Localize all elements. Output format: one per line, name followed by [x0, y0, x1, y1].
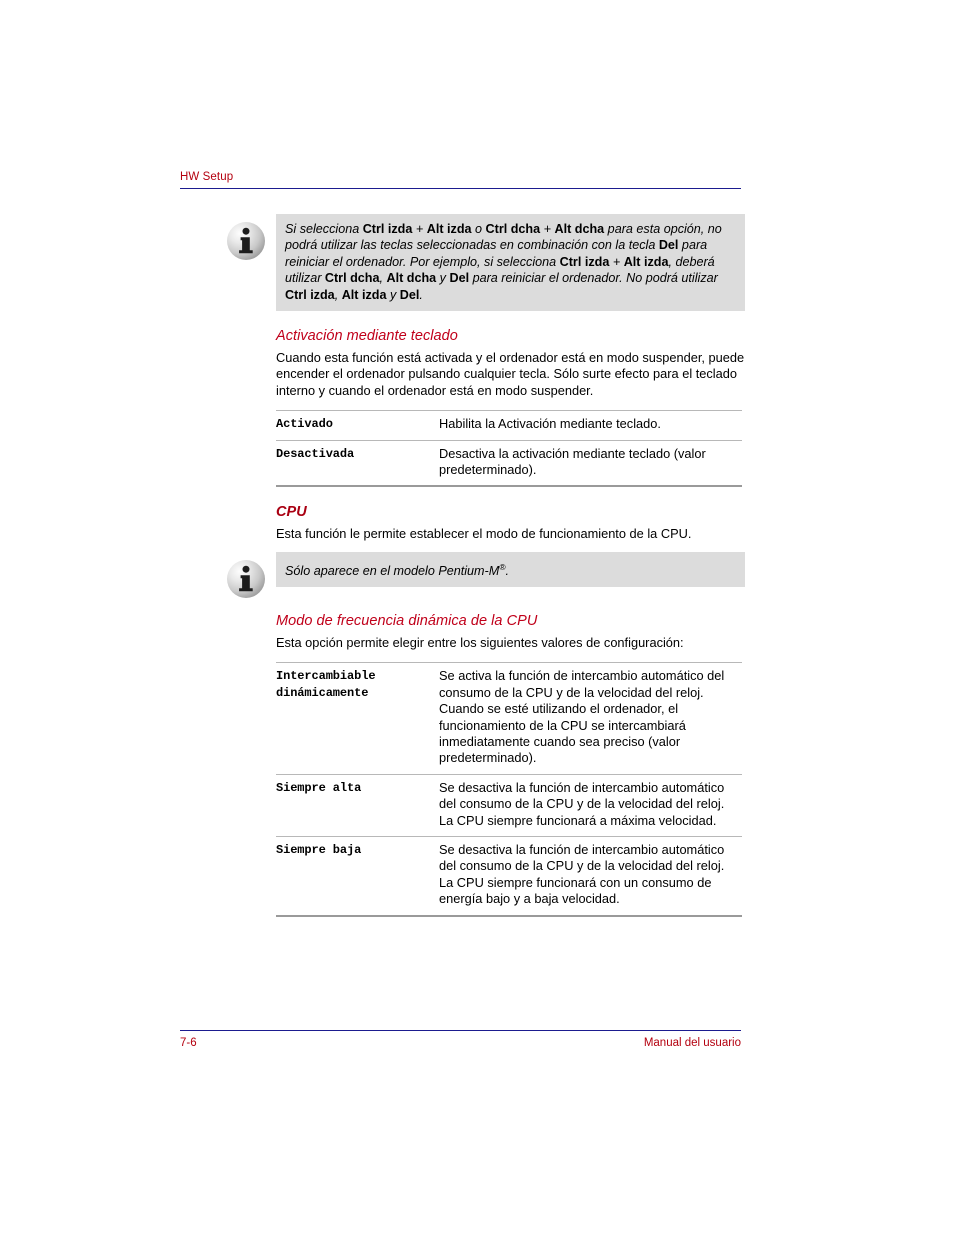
option-description: Habilita la Activación mediante teclado. [439, 410, 742, 441]
heading-modo-frecuencia-dinamica-cpu: Modo de frecuencia dinámica de la CPU [276, 612, 538, 629]
page-footer: 7-6 Manual del usuario [180, 1030, 741, 1049]
document-page: HW Setup Si selecciona Ctrl izda + Alt i… [0, 0, 954, 1235]
option-term: Siempre alta [276, 773, 439, 837]
table-row: Activado Habilita la Activación mediante… [276, 410, 742, 441]
paragraph-modo-frecuencia-dinamica-cpu: Esta opción permite elegir entre los sig… [276, 634, 684, 650]
header-divider [180, 188, 741, 189]
note-text: Sólo aparece en el modelo Pentium-M®. [276, 551, 745, 588]
running-header: HW Setup [180, 170, 741, 189]
page-content: Si selecciona Ctrl izda + Alt izda o Ctr… [180, 205, 745, 917]
note-text: Si selecciona Ctrl izda + Alt izda o Ctr… [276, 214, 745, 312]
paragraph-activacion-mediante-teclado: Cuando esta función está activada y el o… [276, 350, 745, 398]
info-icon-glyph [239, 227, 253, 254]
option-term: Intercambiable dinámicamente [276, 662, 439, 775]
option-term: Siempre baja [276, 835, 439, 917]
option-term: Desactivada [276, 439, 439, 488]
table-row: Intercambiable dinámicamente Se activa l… [276, 662, 742, 775]
table-row: Siempre baja Se desactiva la función de … [276, 835, 742, 917]
option-term: Activado [276, 410, 439, 441]
footer-manual-label: Manual del usuario [643, 1037, 741, 1049]
info-icon [227, 559, 265, 598]
note-keyboard-shortcut: Si selecciona Ctrl izda + Alt izda o Ctr… [180, 214, 745, 312]
table-row: Desactivada Desactiva la activación medi… [276, 439, 742, 488]
option-description: Se desactiva la función de intercambio a… [439, 773, 742, 837]
paragraph-cpu: Esta función le permite establecer el mo… [276, 526, 692, 542]
option-description: Desactiva la activación mediante teclado… [439, 439, 742, 488]
page-title: HW Setup [180, 171, 234, 183]
option-description: Se desactiva la función de intercambio a… [439, 835, 742, 917]
table-row: Siempre alta Se desactiva la función de … [276, 773, 742, 837]
info-icon [227, 222, 265, 260]
table-keyboard-wakeup-options: Activado Habilita la Activación mediante… [180, 410, 745, 488]
footer-page-number: 7-6 [180, 1037, 197, 1049]
heading-cpu: CPU [276, 504, 307, 521]
info-icon-glyph [239, 565, 253, 592]
heading-activacion-mediante-teclado: Activación mediante teclado [276, 328, 458, 345]
note-pentium-m-only: Sólo aparece en el modelo Pentium-M®. [180, 551, 745, 598]
option-description: Se activa la función de intercambio auto… [439, 662, 742, 775]
table-cpu-frequency-options: Intercambiable dinámicamente Se activa l… [180, 662, 745, 917]
